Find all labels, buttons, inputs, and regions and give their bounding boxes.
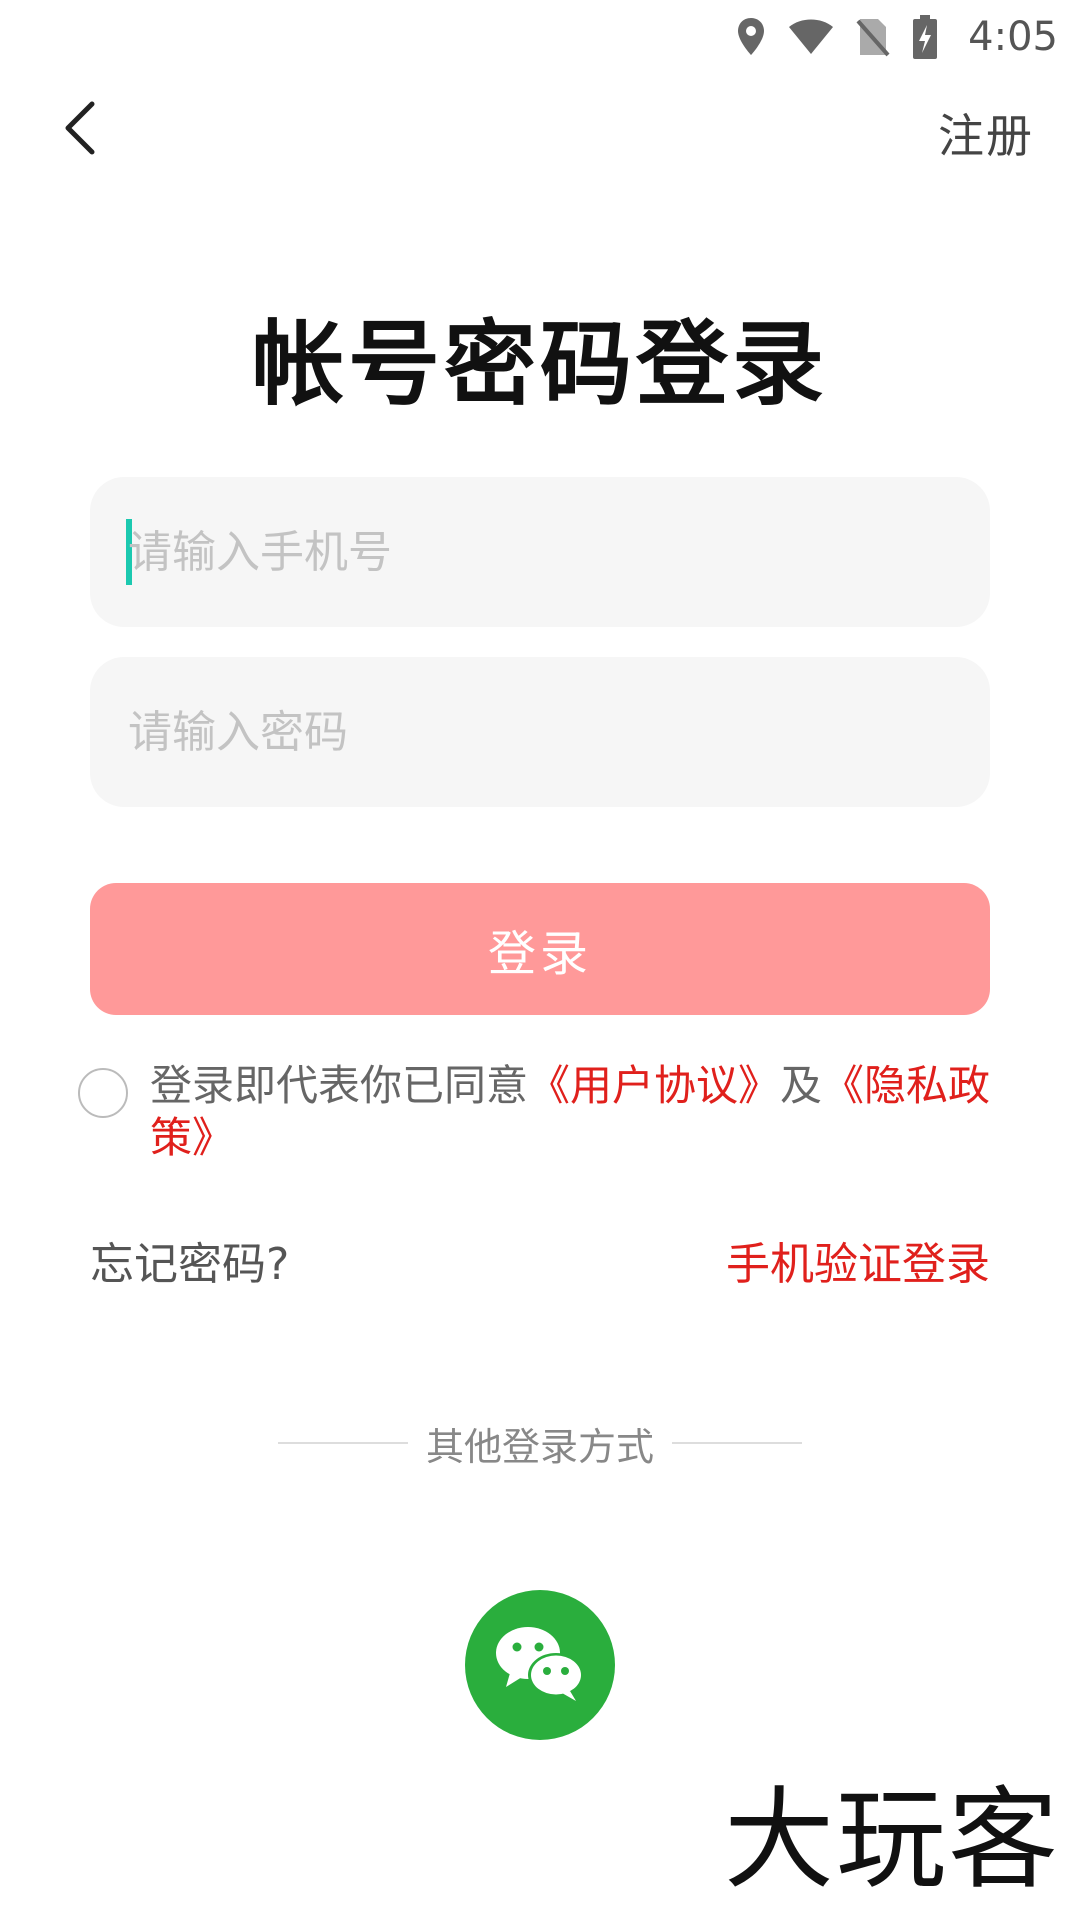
no-sim-icon [856, 17, 890, 57]
battery-charging-icon [912, 15, 938, 59]
agreement-checkbox[interactable] [78, 1068, 128, 1118]
phone-field[interactable] [90, 477, 990, 627]
agreement-text: 登录即代表你已同意《用户协议》及《隐私政策》 [150, 1060, 1000, 1164]
agreement-and: 及 [780, 1061, 823, 1110]
password-field[interactable] [90, 657, 990, 807]
watermark-logo: 大玩客 [724, 1776, 1060, 1904]
agreement-prefix: 登录即代表你已同意 [150, 1061, 529, 1110]
user-agreement-link[interactable]: 《用户协议》 [528, 1061, 780, 1110]
divider-line-right [672, 1442, 802, 1444]
login-button[interactable]: 登录 [90, 883, 990, 1015]
forgot-password-link[interactable]: 忘记密码? [90, 1228, 289, 1292]
wifi-icon [788, 19, 834, 55]
phone-input[interactable] [128, 477, 948, 627]
wechat-icon [492, 1621, 588, 1709]
password-input[interactable] [128, 657, 948, 807]
page-title: 帐号密码登录 [251, 311, 828, 418]
status-clock: 4:05 [968, 14, 1058, 60]
register-link[interactable]: 注册 [938, 100, 1034, 166]
divider-line-left [277, 1442, 408, 1444]
other-login-label: 其他登录方式 [425, 1424, 654, 1469]
status-bar: 4:05 [0, 0, 1080, 74]
login-page: 4:05 注册 帐号密码登录 登录 登录即代表你已同意《用户协议》及《隐私政策》… [0, 0, 1080, 1920]
wechat-login-button[interactable] [465, 1590, 615, 1740]
status-icons: 4:05 [736, 12, 1058, 62]
chevron-left-icon [62, 100, 98, 160]
other-login-divider: 其他登录方式 [0, 1418, 1080, 1469]
back-button[interactable] [50, 100, 110, 160]
sms-login-link[interactable]: 手机验证登录 [726, 1228, 990, 1292]
location-icon [736, 17, 766, 57]
